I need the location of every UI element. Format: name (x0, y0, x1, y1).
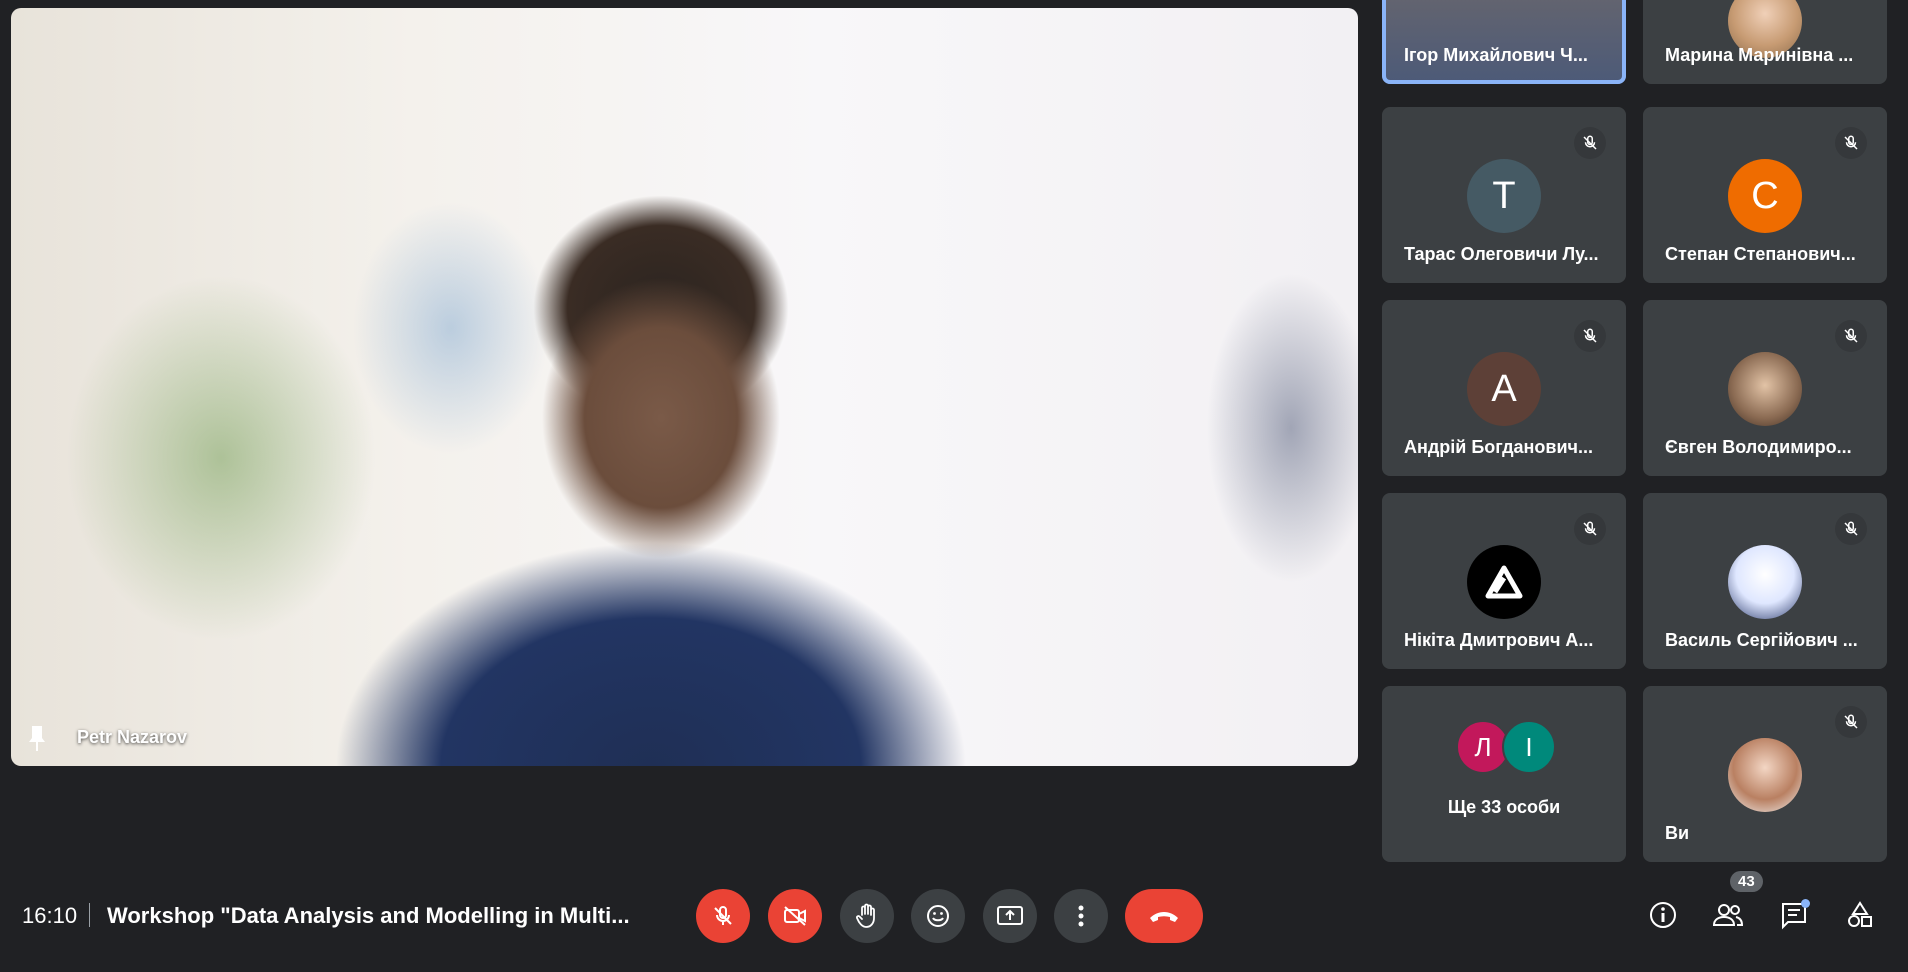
more-participants-label: Ще 33 особи (1447, 797, 1561, 817)
meeting-details-button[interactable] (1641, 893, 1685, 937)
participant-name: Євген Володимиро... (1665, 437, 1852, 457)
people-icon (1712, 904, 1744, 926)
mic-off-icon (1574, 320, 1606, 352)
chat-button[interactable] (1772, 893, 1816, 937)
divider (89, 903, 90, 927)
hand-icon (856, 903, 875, 928)
shapes-icon (1848, 901, 1872, 927)
emoji-icon (927, 905, 949, 927)
participant-tile[interactable]: T Тарас Олеговичи Лу... (1382, 107, 1626, 283)
self-tile[interactable]: Ви (1643, 686, 1887, 862)
mic-off-icon (1835, 706, 1867, 738)
participant-tile[interactable]: Василь Сергійович ... (1643, 493, 1887, 669)
speaker-name: Petr Nazarov (77, 727, 188, 747)
mic-off-icon (714, 905, 732, 925)
more-options-button[interactable] (1054, 889, 1108, 943)
participant-name: Степан Степанович... (1665, 244, 1856, 264)
info-icon (1650, 902, 1676, 928)
more-participants-tile[interactable]: Л І Ще 33 особи (1382, 686, 1626, 862)
present-screen-button[interactable] (983, 889, 1037, 943)
participant-name: Тарас Олеговичи Лу... (1404, 244, 1599, 264)
camera-toggle-button[interactable] (768, 889, 822, 943)
triangle-logo-avatar (1467, 545, 1541, 619)
participant-tile[interactable]: Марина Маринівна ... (1643, 0, 1887, 84)
mic-off-icon (1835, 127, 1867, 159)
people-button[interactable] (1706, 893, 1750, 937)
mic-toggle-button[interactable] (696, 889, 750, 943)
activities-button[interactable] (1838, 893, 1882, 937)
reactions-button[interactable] (911, 889, 965, 943)
participant-tile[interactable]: A Андрій Богданович... (1382, 300, 1626, 476)
mic-off-icon (1835, 513, 1867, 545)
participant-photo-avatar (1728, 545, 1802, 619)
participant-name: Нікіта Дмитрович А... (1404, 630, 1594, 650)
participant-photo-avatar (1728, 352, 1802, 426)
leave-call-button[interactable] (1125, 889, 1203, 943)
camera-off-icon (784, 906, 806, 926)
present-icon (997, 906, 1023, 925)
participant-name: Василь Сергійович ... (1665, 630, 1858, 650)
participant-initial-avatar: A (1467, 352, 1541, 426)
more-vert-icon (1078, 905, 1084, 927)
pin-icon[interactable] (27, 724, 47, 752)
participant-initial-avatar: T (1467, 159, 1541, 233)
mic-off-icon (1835, 320, 1867, 352)
participant-name: Андрій Богданович... (1404, 437, 1593, 457)
participant-initial-avatar: C (1728, 159, 1802, 233)
participant-name: Ви (1665, 823, 1690, 843)
participant-tile[interactable]: C Степан Степанович... (1643, 107, 1887, 283)
meeting-clock: 16:10 (22, 903, 78, 928)
participant-initial-avatar: І (1502, 720, 1556, 774)
participant-count-badge: 43 (1730, 871, 1763, 892)
raise-hand-button[interactable] (840, 889, 894, 943)
participant-photo-avatar (1728, 738, 1802, 812)
bottom-control-bar: 16:10 Workshop "Data Analysis and Modell… (0, 871, 1908, 955)
main-speaker-video[interactable]: Petr Nazarov (11, 8, 1358, 766)
participant-tile[interactable]: Нікіта Дмитрович А... (1382, 493, 1626, 669)
unread-indicator (1801, 899, 1810, 908)
participant-tile[interactable]: Євген Володимиро... (1643, 300, 1887, 476)
meeting-title: Workshop "Data Analysis and Modelling in… (107, 903, 630, 928)
participant-name: Ігор Михайлович Ч... (1404, 45, 1588, 65)
participant-tile[interactable]: Ігор Михайлович Ч... (1382, 0, 1626, 84)
participant-name: Марина Маринівна ... (1665, 45, 1854, 65)
hang-up-icon (1150, 912, 1178, 922)
mic-off-icon (1574, 513, 1606, 545)
mic-off-icon (1574, 127, 1606, 159)
